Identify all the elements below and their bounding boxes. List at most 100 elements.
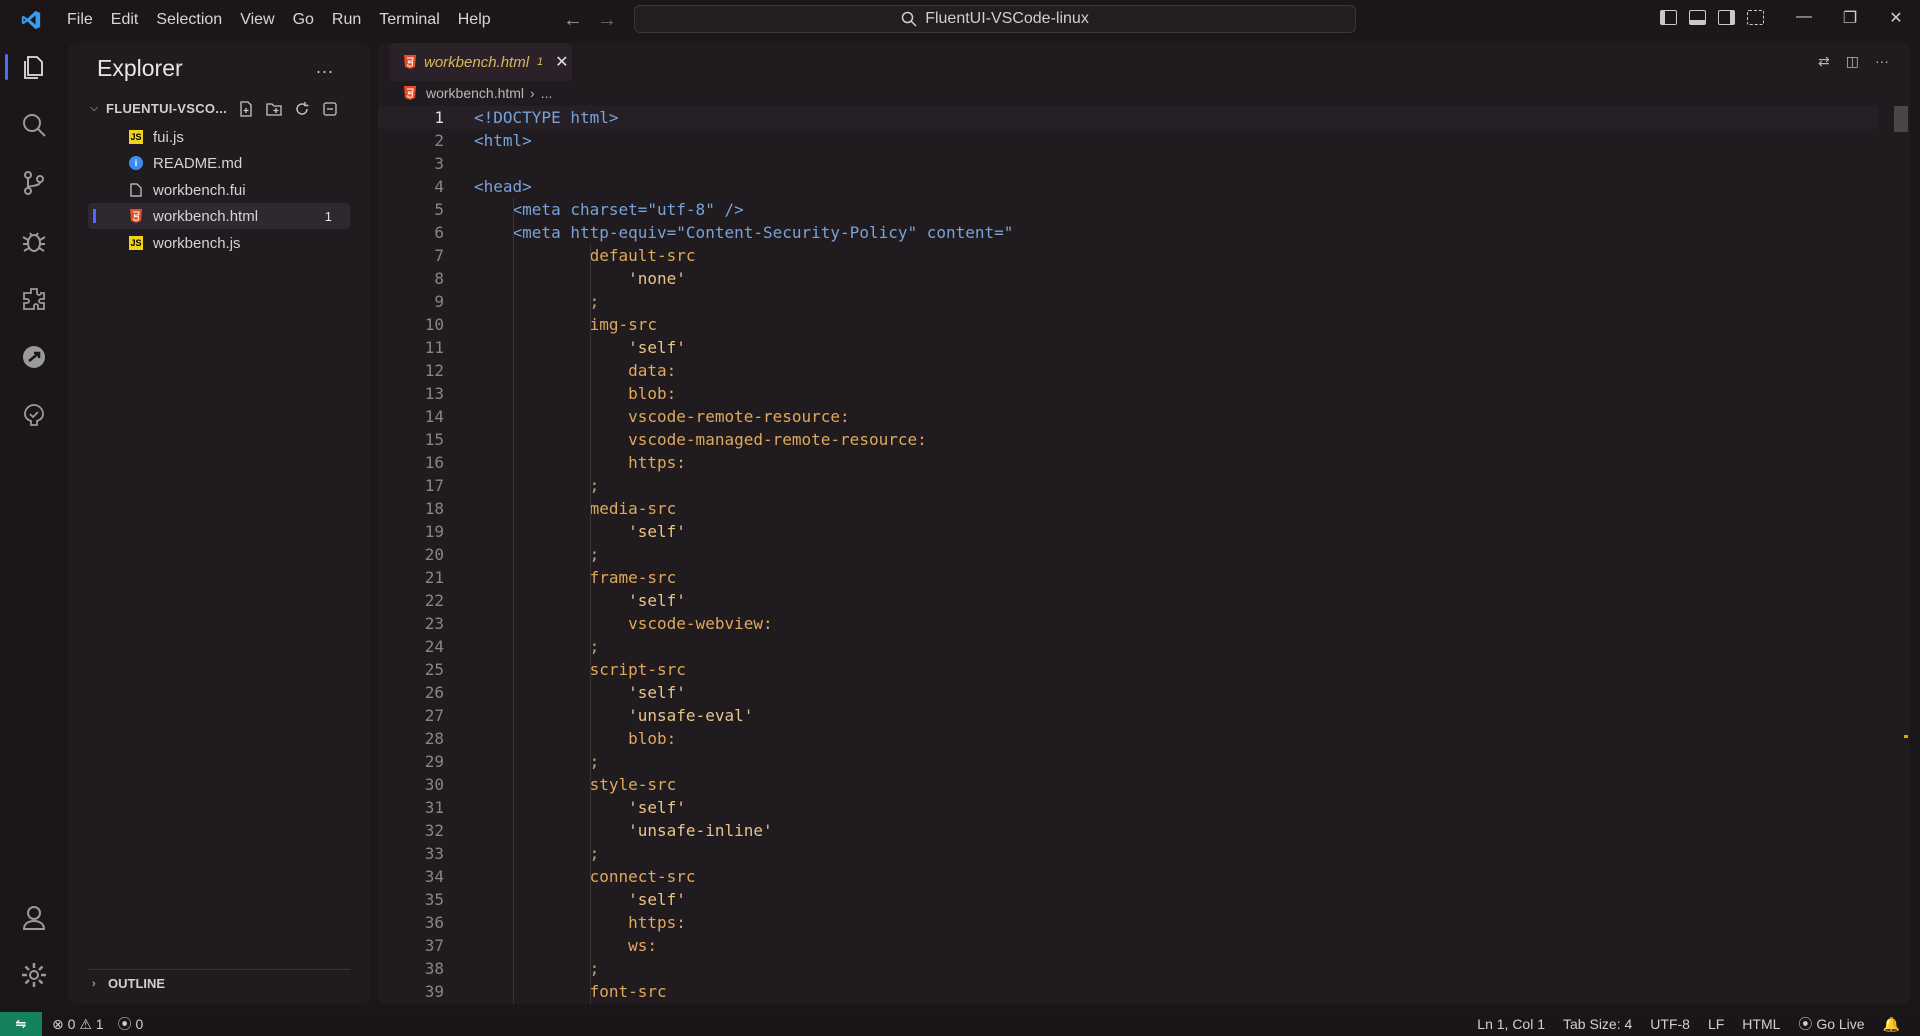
file-item-workbench-html[interactable]: workbench.html 1 [88, 203, 350, 229]
menu-item-selection[interactable]: Selection [147, 11, 231, 29]
line-text: script-src [474, 660, 686, 679]
end-of-line[interactable]: LF [1708, 1016, 1724, 1032]
error-count: 0 [67, 1015, 76, 1032]
code-line: 38 ; [378, 957, 1878, 980]
run-debug-icon[interactable] [17, 224, 51, 258]
line-number: 20 [424, 545, 444, 564]
testing-icon[interactable] [17, 398, 51, 432]
encoding[interactable]: UTF-8 [1650, 1016, 1690, 1032]
line-number: 11 [424, 338, 444, 357]
file-item-readme[interactable]: i README.md [88, 150, 368, 176]
line-text: default-src [474, 246, 696, 265]
folder-name: FLUENTUI-VSCO... [106, 101, 228, 116]
code-line: 1 <!DOCTYPE html> [378, 106, 1878, 129]
line-text: ; [474, 637, 600, 656]
collapse-all-icon[interactable] [322, 101, 338, 117]
restore-icon[interactable]: ❐ [1842, 8, 1858, 28]
ports-indicator[interactable]: ⦿ 0 [118, 1014, 144, 1034]
indent-guide [590, 336, 592, 359]
breadcrumb-rest[interactable]: ... [541, 85, 553, 101]
menu-item-view[interactable]: View [231, 11, 283, 29]
new-folder-icon[interactable] [266, 101, 282, 117]
forward-arrow-icon[interactable]: → [597, 8, 617, 32]
accounts-icon[interactable] [17, 900, 51, 934]
indent-guide [590, 658, 592, 681]
html-file-icon [129, 209, 143, 223]
manage-gear-icon[interactable] [17, 958, 51, 992]
close-window-icon[interactable]: ✕ [1888, 8, 1904, 28]
menu-item-help[interactable]: Help [449, 11, 500, 29]
refresh-icon[interactable] [294, 101, 310, 117]
indent-guide [512, 382, 514, 405]
line-text: media-src [474, 499, 677, 518]
toggle-primary-sidebar-icon[interactable] [1660, 10, 1677, 25]
code-line: 19 'self' [378, 520, 1878, 543]
open-changes-icon[interactable]: ⇄ [1818, 53, 1830, 70]
minimize-icon[interactable]: — [1796, 8, 1812, 28]
indent-guide [512, 704, 514, 727]
line-text: <head> [474, 177, 532, 196]
more-actions-icon[interactable]: ··· [1875, 53, 1889, 70]
indent-guide [512, 589, 514, 612]
line-number: 39 [424, 982, 444, 1001]
indent-guide [512, 911, 514, 934]
file-item-workbench-js[interactable]: JS workbench.js [88, 230, 368, 256]
split-editor-icon[interactable]: ◫ [1846, 53, 1859, 70]
indent-guide [590, 934, 592, 957]
vertical-scrollbar[interactable] [1894, 106, 1908, 132]
notifications-bell-icon[interactable]: 🔔 [1883, 1016, 1900, 1033]
indent-guide [512, 566, 514, 589]
indent-guide [512, 543, 514, 566]
menu-item-file[interactable]: File [58, 11, 102, 29]
remote-indicator-icon[interactable]: ⇋ [0, 1012, 42, 1036]
outline-section[interactable]: › OUTLINE [88, 969, 350, 991]
breadcrumb-file[interactable]: workbench.html [426, 85, 524, 101]
search-icon[interactable] [17, 108, 51, 142]
language-mode[interactable]: HTML [1742, 1016, 1780, 1032]
indent-guide [512, 727, 514, 750]
line-number: 22 [424, 591, 444, 610]
go-live-button[interactable]: ⦿ Go Live [1798, 1014, 1864, 1034]
code-line: 7 default-src [378, 244, 1878, 267]
command-center[interactable]: FluentUI-VSCode-linux [634, 5, 1356, 33]
indent-guide [512, 888, 514, 911]
file-name: workbench.html [153, 207, 259, 225]
indent-guide [512, 497, 514, 520]
menu-item-edit[interactable]: Edit [102, 11, 148, 29]
back-arrow-icon[interactable]: ← [563, 8, 583, 32]
indent-guide [590, 589, 592, 612]
problems-indicator[interactable]: ⊗ 0 ⚠ 1 [52, 1016, 104, 1033]
vscode-logo-icon[interactable] [20, 9, 42, 31]
indent-guide [590, 451, 592, 474]
menu-item-run[interactable]: Run [323, 11, 370, 29]
file-item-fui-js[interactable]: JS fui.js [88, 124, 368, 150]
close-tab-icon[interactable]: ✕ [555, 52, 568, 72]
code-line: 13 blob: [378, 382, 1878, 405]
menu-item-go[interactable]: Go [284, 11, 323, 29]
remote-explorer-icon[interactable] [17, 340, 51, 374]
customize-layout-icon[interactable] [1747, 10, 1764, 25]
source-control-icon[interactable] [17, 166, 51, 200]
menu-item-terminal[interactable]: Terminal [370, 11, 448, 29]
new-file-icon[interactable] [238, 101, 254, 117]
code-line: 9 ; [378, 290, 1878, 313]
indent-guide [590, 796, 592, 819]
code-line: 4 <head> [378, 175, 1878, 198]
extensions-icon[interactable] [17, 282, 51, 316]
tab-workbench-html[interactable]: workbench.html 1 ✕ [390, 43, 572, 81]
line-text: ; [474, 752, 600, 771]
file-item-workbench-fui[interactable]: workbench.fui [88, 177, 368, 203]
indent-guide [590, 888, 592, 911]
line-text: <!DOCTYPE html> [474, 108, 619, 127]
toggle-panel-icon[interactable] [1689, 10, 1706, 25]
more-actions-icon[interactable]: ... [316, 57, 334, 78]
line-text: 'self' [474, 1003, 686, 1004]
tab-size[interactable]: Tab Size: 4 [1563, 1016, 1632, 1032]
folder-header[interactable]: ⌵ FLUENTUI-VSCO... [90, 101, 227, 116]
indent-guide [512, 773, 514, 796]
explorer-icon[interactable] [5, 50, 51, 84]
toggle-secondary-sidebar-icon[interactable] [1718, 10, 1735, 25]
cursor-position[interactable]: Ln 1, Col 1 [1477, 1016, 1545, 1032]
line-text: https: [474, 913, 686, 932]
line-text: vscode-webview: [474, 614, 773, 633]
